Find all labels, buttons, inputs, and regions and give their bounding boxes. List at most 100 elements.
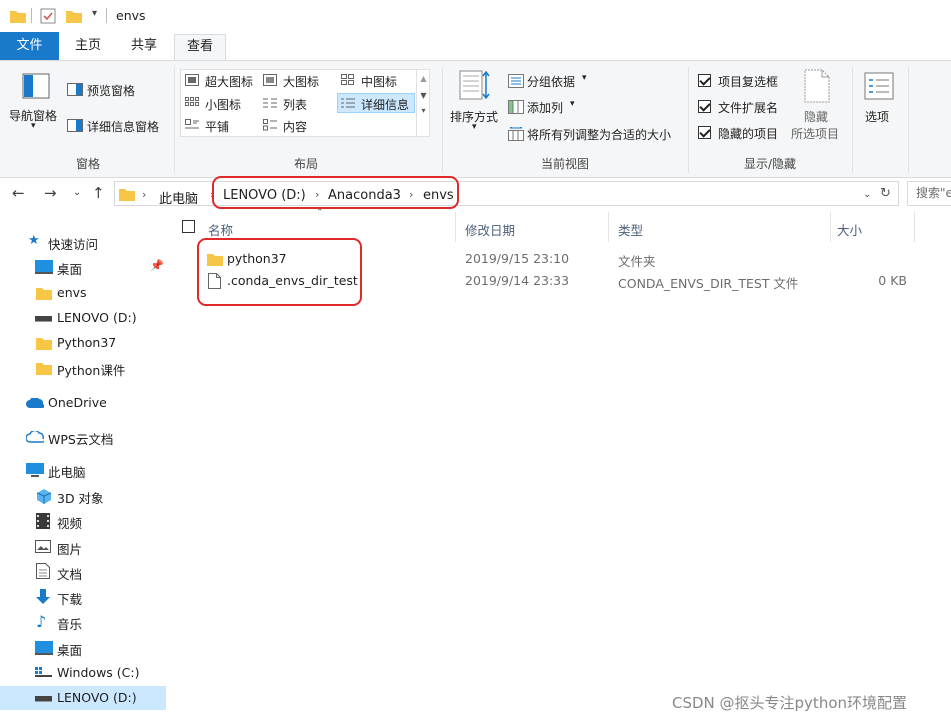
- column-header-name[interactable]: 名称: [208, 220, 233, 239]
- large-icons-icon: [263, 74, 277, 86]
- hide-button[interactable]: 隐藏: [804, 108, 828, 125]
- layout-details[interactable]: 详细信息: [361, 96, 409, 113]
- layout-tiles[interactable]: 平铺: [205, 118, 229, 135]
- tab-home[interactable]: 主页: [68, 34, 108, 60]
- properties-icon[interactable]: [40, 8, 56, 24]
- sidebar-item-label: 桌面: [57, 262, 83, 277]
- sidebar-item-this-pc[interactable]: 此电脑: [0, 458, 166, 482]
- group-by-button[interactable]: 分组依据: [527, 73, 575, 90]
- file-size: 0 KB: [878, 273, 907, 288]
- folder-icon[interactable]: [10, 9, 26, 23]
- forward-arrow-icon[interactable]: →: [44, 184, 57, 202]
- chevron-down-icon[interactable]: ▾: [472, 122, 477, 132]
- chevron-down-icon[interactable]: ▾: [582, 73, 587, 83]
- file-type: CONDA_ENVS_DIR_TEST 文件: [618, 276, 799, 291]
- new-folder-icon[interactable]: [66, 9, 82, 23]
- divider: [688, 67, 689, 173]
- nav-pane-icon[interactable]: [22, 73, 50, 99]
- sidebar-item-quick-access[interactable]: ★ 快速访问: [0, 230, 166, 254]
- recent-locations-chevron-icon[interactable]: ⌄: [73, 187, 81, 198]
- layout-extra-large[interactable]: 超大图标: [205, 73, 253, 90]
- sidebar-item-envs[interactable]: envs: [0, 281, 166, 305]
- sidebar-item-videos[interactable]: 视频: [0, 509, 166, 533]
- chevron-down-icon[interactable]: ▾: [570, 99, 575, 109]
- sidebar-item-label: 桌面: [57, 643, 83, 658]
- divider: [106, 8, 107, 23]
- sidebar-item-music[interactable]: ♪ 音乐: [0, 610, 166, 634]
- sidebar-item-wps-cloud[interactable]: WPS云文档: [0, 425, 166, 449]
- sidebar-item-desktop[interactable]: 桌面 📌: [0, 255, 166, 279]
- tab-view[interactable]: 查看: [174, 34, 226, 61]
- up-arrow-icon[interactable]: ↑: [92, 184, 105, 202]
- fit-columns-icon: [508, 127, 524, 141]
- sidebar-item-lenovo-d-selected[interactable]: LENOVO (D:): [0, 686, 166, 710]
- desktop-icon: [35, 260, 53, 274]
- refresh-icon[interactable]: ↻: [880, 186, 891, 201]
- chevron-down-icon[interactable]: ▾: [31, 121, 36, 131]
- title-bar: ▾ envs: [0, 0, 951, 32]
- sidebar-item-desktop-pc[interactable]: 桌面: [0, 636, 166, 660]
- document-icon: [36, 563, 50, 579]
- breadcrumb-this-pc[interactable]: 此电脑: [159, 188, 198, 207]
- sidebar-item-3d-objects[interactable]: 3D 对象: [0, 484, 166, 508]
- quick-access-dropdown-icon[interactable]: ▾: [92, 8, 97, 19]
- add-columns-button[interactable]: 添加列: [527, 99, 563, 116]
- item-checkboxes-checkbox[interactable]: [698, 74, 711, 87]
- back-arrow-icon[interactable]: ←: [12, 184, 25, 202]
- sidebar-item-lenovo-d[interactable]: LENOVO (D:): [0, 306, 166, 330]
- divider: [442, 67, 443, 173]
- sidebar-item-python-courseware[interactable]: Python课件: [0, 356, 166, 380]
- sidebar-item-label: 下载: [57, 592, 83, 607]
- pin-icon[interactable]: 📌: [150, 259, 164, 272]
- preview-pane-button[interactable]: 预览窗格: [87, 82, 135, 99]
- sidebar-item-pictures[interactable]: 图片: [0, 535, 166, 559]
- scroll-down-icon[interactable]: ▼: [417, 91, 430, 100]
- search-input[interactable]: 搜索"e: [907, 181, 951, 206]
- sidebar-item-downloads[interactable]: 下载: [0, 585, 166, 609]
- tab-share[interactable]: 共享: [122, 34, 166, 60]
- tab-file[interactable]: 文件: [0, 32, 59, 60]
- sidebar-item-onedrive[interactable]: OneDrive: [0, 391, 166, 415]
- picture-icon: [35, 540, 51, 553]
- sidebar-item-label: 图片: [57, 542, 83, 557]
- column-header-type[interactable]: 类型: [618, 220, 643, 239]
- file-modified: 2019/9/15 23:10: [465, 251, 570, 266]
- sidebar-item-python37[interactable]: Python37: [0, 331, 166, 355]
- sidebar-item-windows-c[interactable]: Windows (C:): [0, 661, 166, 685]
- breadcrumb-separator-icon[interactable]: ›: [142, 188, 146, 201]
- cloud-icon: [26, 398, 44, 408]
- layout-list[interactable]: 列表: [283, 96, 307, 113]
- expand-gallery-icon[interactable]: ▾: [417, 106, 430, 115]
- layout-content[interactable]: 内容: [283, 118, 307, 135]
- layout-large[interactable]: 大图标: [283, 73, 319, 90]
- sidebar-item-label: LENOVO (D:): [57, 310, 137, 325]
- sort-by-icon[interactable]: [458, 69, 490, 101]
- sidebar-item-label: Python课件: [57, 363, 126, 378]
- fit-columns-button[interactable]: 将所有列调整为合适的大小: [527, 126, 671, 143]
- column-header-modified[interactable]: 修改日期: [465, 220, 515, 239]
- options-icon[interactable]: [864, 72, 894, 100]
- file-extensions-checkbox[interactable]: [698, 100, 711, 113]
- options-button[interactable]: 选项: [865, 108, 889, 125]
- sidebar-item-documents[interactable]: 文档: [0, 560, 166, 584]
- select-all-checkbox[interactable]: [182, 220, 195, 233]
- layout-medium[interactable]: 中图标: [361, 73, 397, 90]
- scroll-up-icon[interactable]: ▲: [417, 74, 430, 83]
- folder-icon: [36, 336, 52, 350]
- folder-icon: [36, 286, 52, 300]
- details-pane-button[interactable]: 详细信息窗格: [87, 118, 159, 135]
- add-columns-icon: [508, 100, 524, 114]
- navigation-sidebar: ★ 快速访问 桌面 📌 envs LENOVO (D:) Python37 Py…: [0, 218, 172, 720]
- hide-selected-icon[interactable]: [804, 69, 830, 103]
- highlight-file-list: [197, 238, 362, 306]
- hidden-items-checkbox[interactable]: [698, 126, 711, 139]
- ribbon-tabs: 文件 主页 共享 查看: [0, 32, 951, 61]
- divider: [455, 212, 456, 242]
- layout-small[interactable]: 小图标: [205, 96, 241, 113]
- address-dropdown-icon[interactable]: ⌄: [863, 189, 871, 200]
- item-checkboxes-label: 项目复选框: [718, 75, 779, 89]
- column-header-size[interactable]: 大小: [837, 220, 862, 239]
- medium-icons-icon: [341, 74, 355, 86]
- layout-scroll[interactable]: ▲ ▼ ▾: [416, 70, 430, 136]
- divider: [908, 67, 909, 173]
